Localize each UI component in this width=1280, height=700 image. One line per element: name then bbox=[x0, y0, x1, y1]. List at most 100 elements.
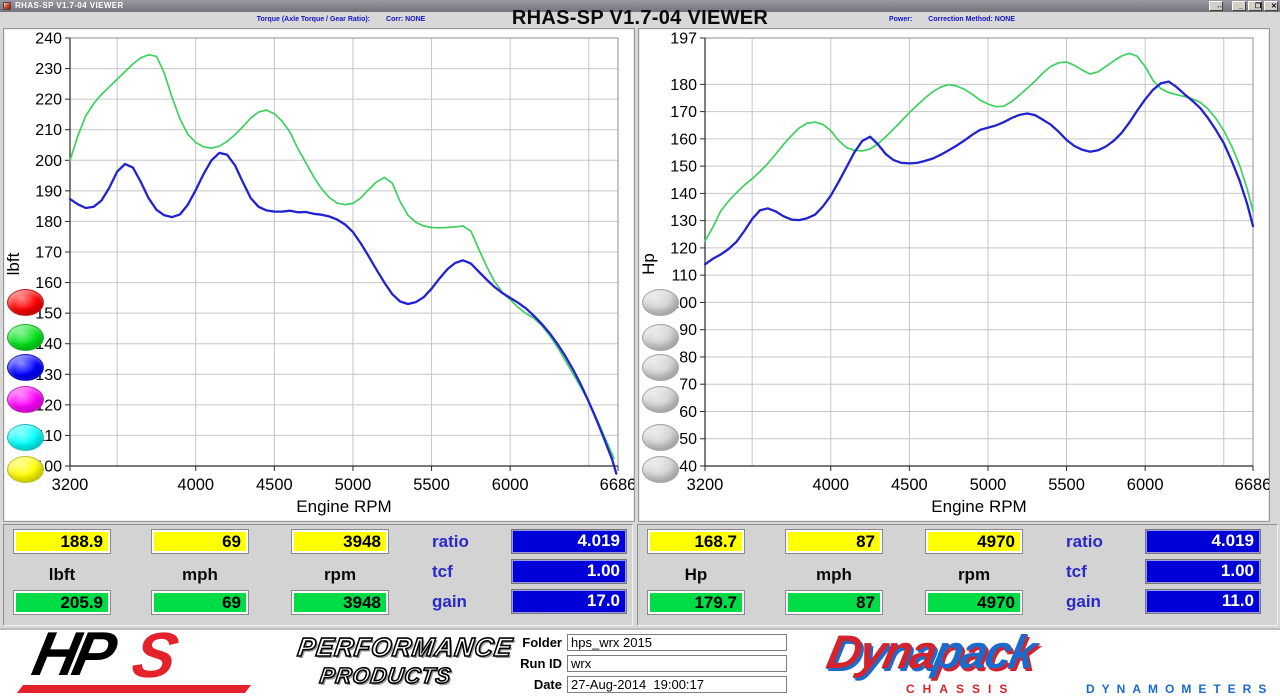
run-button-cyan[interactable] bbox=[7, 424, 44, 451]
dynapack-chassis-text: CHASSIS bbox=[906, 682, 1016, 696]
svg-text:70: 70 bbox=[679, 377, 697, 394]
svg-text:150: 150 bbox=[670, 159, 697, 176]
svg-text:6686: 6686 bbox=[600, 476, 634, 494]
svg-text:lbft: lbft bbox=[4, 252, 23, 275]
mph-unit-label-2: mph bbox=[816, 565, 852, 584]
svg-text:5500: 5500 bbox=[1048, 476, 1085, 494]
run-button-red[interactable] bbox=[7, 289, 44, 316]
svg-text:170: 170 bbox=[35, 245, 62, 262]
svg-text:240: 240 bbox=[35, 31, 62, 48]
power-chart-caption: Power: Correction Method: NONE bbox=[889, 16, 1015, 23]
window-close-button[interactable]: ✕ bbox=[1264, 1, 1278, 11]
svg-text:4500: 4500 bbox=[256, 476, 293, 494]
gain-value: 17.0 bbox=[511, 589, 627, 614]
svg-text:140: 140 bbox=[670, 186, 697, 203]
run-button-magenta[interactable] bbox=[7, 386, 44, 413]
run-id-label: Run ID bbox=[520, 656, 562, 671]
svg-text:4000: 4000 bbox=[812, 476, 849, 494]
hps-logo-swoosh bbox=[16, 685, 252, 693]
run-button-yellow[interactable] bbox=[7, 456, 44, 483]
run-slot-button-4[interactable] bbox=[642, 386, 679, 413]
svg-text:Hp: Hp bbox=[639, 253, 658, 275]
torque-caption-text: Torque (Axle Torque / Gear Ratio): bbox=[256, 16, 371, 23]
cursor-rpm-value: 3948 bbox=[291, 529, 389, 554]
hps-performance-text: PERFORMANCE bbox=[295, 631, 515, 663]
svg-text:6000: 6000 bbox=[492, 476, 529, 494]
date-label: Date bbox=[533, 677, 562, 692]
compare-hp-value: 179.7 bbox=[647, 590, 745, 615]
run-button-blue[interactable] bbox=[7, 354, 44, 381]
window-restore-button[interactable]: ❐ bbox=[1248, 1, 1262, 11]
svg-text:230: 230 bbox=[35, 61, 62, 78]
svg-text:80: 80 bbox=[679, 349, 697, 366]
hps-logo: HP S PERFORMANCE PRODUCTS bbox=[6, 619, 516, 700]
compare-mph-value: 69 bbox=[151, 590, 249, 615]
run-info-form: Folder Run ID Date bbox=[498, 634, 798, 697]
svg-text:197: 197 bbox=[670, 31, 697, 48]
gain-label: gain bbox=[432, 592, 467, 611]
svg-text:40: 40 bbox=[679, 459, 697, 476]
run-slot-button-6[interactable] bbox=[642, 456, 679, 483]
svg-text:3200: 3200 bbox=[52, 476, 89, 494]
run-button-green[interactable] bbox=[7, 324, 44, 351]
viewer-window: RHAS-SP V1.7-04 VIEWER ↔ _ ❐ ✕ RHAS-SP V… bbox=[0, 0, 1280, 700]
hps-products-text: PRODUCTS bbox=[318, 662, 455, 689]
page-title: RHAS-SP V1.7-04 VIEWER bbox=[511, 7, 769, 29]
mph-unit-label: mph bbox=[182, 565, 218, 584]
power-correction-text: Correction Method: NONE bbox=[928, 16, 1016, 23]
cursor-mph-value-2: 87 bbox=[785, 529, 883, 554]
ratio-value: 4.019 bbox=[511, 529, 627, 554]
torque-plot[interactable]: 2402302202102001901801701601501401301201… bbox=[4, 29, 634, 521]
gain-label-2: gain bbox=[1066, 592, 1101, 611]
ratio-label-2: ratio bbox=[1066, 532, 1103, 551]
rpm-unit-label-2: rpm bbox=[957, 565, 991, 584]
compare-torque-value: 205.9 bbox=[13, 590, 111, 615]
svg-text:6686: 6686 bbox=[1235, 476, 1269, 494]
svg-text:180: 180 bbox=[670, 77, 697, 94]
run-slot-button-5[interactable] bbox=[642, 424, 679, 451]
ratio-label: ratio bbox=[432, 532, 469, 551]
run-slot-button-1[interactable] bbox=[642, 289, 679, 316]
torque-unit-label: lbft bbox=[48, 565, 76, 584]
svg-text:130: 130 bbox=[670, 213, 697, 230]
compare-rpm-value-2: 4970 bbox=[925, 590, 1023, 615]
dynapack-dynamometers-text: DYNAMOMETERS bbox=[1086, 682, 1274, 696]
svg-text:160: 160 bbox=[35, 275, 62, 292]
svg-text:4500: 4500 bbox=[891, 476, 928, 494]
cursor-hp-value: 168.7 bbox=[647, 529, 745, 554]
window-minimize-button[interactable]: _ bbox=[1232, 1, 1246, 11]
svg-text:6000: 6000 bbox=[1127, 476, 1164, 494]
cursor-rpm-value-2: 4970 bbox=[925, 529, 1023, 554]
svg-text:170: 170 bbox=[670, 104, 697, 121]
cursor-mph-value: 69 bbox=[151, 529, 249, 554]
dynapack-dyna-text: Dyna bbox=[822, 625, 941, 678]
folder-field[interactable] bbox=[567, 634, 787, 651]
power-readout-panel: 168.7 87 4970 Hp mph rpm 179.7 87 4970 r… bbox=[637, 524, 1278, 626]
torque-correction-text: Corr: NONE bbox=[386, 16, 426, 23]
svg-text:Engine RPM: Engine RPM bbox=[931, 497, 1026, 516]
svg-text:160: 160 bbox=[670, 131, 697, 148]
svg-text:120: 120 bbox=[670, 240, 697, 257]
svg-text:190: 190 bbox=[35, 183, 62, 200]
folder-label: Folder bbox=[522, 635, 562, 650]
tcf-value: 1.00 bbox=[511, 559, 627, 584]
run-slot-button-2[interactable] bbox=[642, 324, 679, 351]
power-plot[interactable]: 1971801701601501401301201101009080706050… bbox=[639, 29, 1269, 521]
cursor-torque-value: 188.9 bbox=[13, 529, 111, 554]
torque-chart-caption: Torque (Axle Torque / Gear Ratio): Corr: … bbox=[257, 16, 426, 23]
window-pin-button[interactable]: ↔ bbox=[1209, 1, 1223, 11]
ratio-value-2: 4.019 bbox=[1145, 529, 1261, 554]
svg-text:210: 210 bbox=[35, 122, 62, 139]
run-id-field[interactable] bbox=[567, 655, 787, 672]
hp-unit-label: Hp bbox=[684, 565, 708, 584]
svg-text:Engine RPM: Engine RPM bbox=[296, 497, 391, 516]
tcf-label: tcf bbox=[432, 562, 453, 581]
date-field[interactable] bbox=[567, 676, 787, 693]
power-caption-text: Power: bbox=[888, 16, 913, 23]
dynapack-pack-text: pack bbox=[929, 625, 1040, 678]
torque-readout-panel: 188.9 69 3948 lbft mph rpm 205.9 69 3948… bbox=[3, 524, 633, 626]
svg-text:5000: 5000 bbox=[970, 476, 1007, 494]
run-slot-button-3[interactable] bbox=[642, 354, 679, 381]
svg-text:110: 110 bbox=[671, 268, 697, 285]
tcf-label-2: tcf bbox=[1066, 562, 1087, 581]
